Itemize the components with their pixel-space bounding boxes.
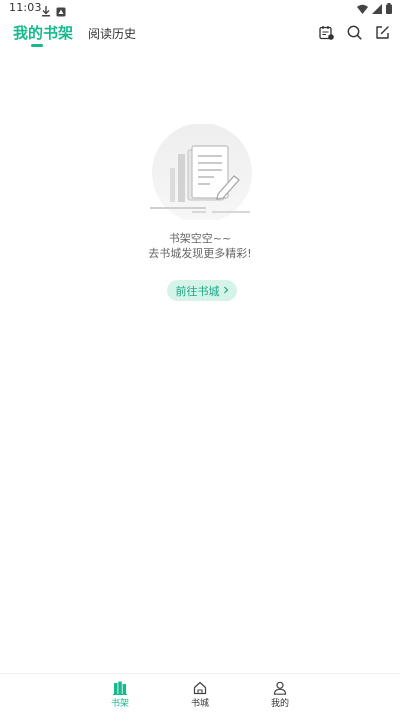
nav-label-bookshelf: 书架 [110,699,129,709]
go-to-bookstore-label: 前往书城 [175,284,220,298]
bookshelf-icon [113,680,127,695]
chevron-right-icon [223,284,229,297]
wifi-icon [357,0,368,18]
empty-message-subtitle: 去书城发现更多精彩! [148,247,252,260]
nav-label-bookstore: 书城 [190,699,209,709]
home-icon [193,680,207,695]
bottom-navigation: 书架 书城 我的 [0,673,400,712]
nav-label-profile: 我的 [270,699,289,709]
status-bar: 11:03 [0,0,400,17]
empty-bookshelf-illustration [148,123,252,223]
nav-item-profile[interactable]: 我的 [260,680,300,709]
status-time: 11:03 [9,1,42,14]
nav-item-bookstore[interactable]: 书城 [180,680,220,709]
search-icon[interactable] [345,23,363,41]
battery-icon [386,0,392,18]
empty-message-title: 书架空空~~ [168,232,232,245]
calendar-checkin-icon[interactable] [317,23,335,41]
nav-item-bookshelf[interactable]: 书架 [100,680,140,709]
profile-icon [273,680,287,695]
signal-icon [372,0,382,18]
active-tab-indicator [31,44,43,47]
status-right-icons [357,2,392,14]
tab-reading-history[interactable]: 阅读历史 [88,25,136,42]
tab-my-bookshelf[interactable]: 我的书架 [13,22,73,43]
top-header: 我的书架 阅读历史 [0,18,400,48]
edit-icon[interactable] [373,23,391,41]
go-to-bookstore-button[interactable]: 前往书城 [167,280,237,301]
